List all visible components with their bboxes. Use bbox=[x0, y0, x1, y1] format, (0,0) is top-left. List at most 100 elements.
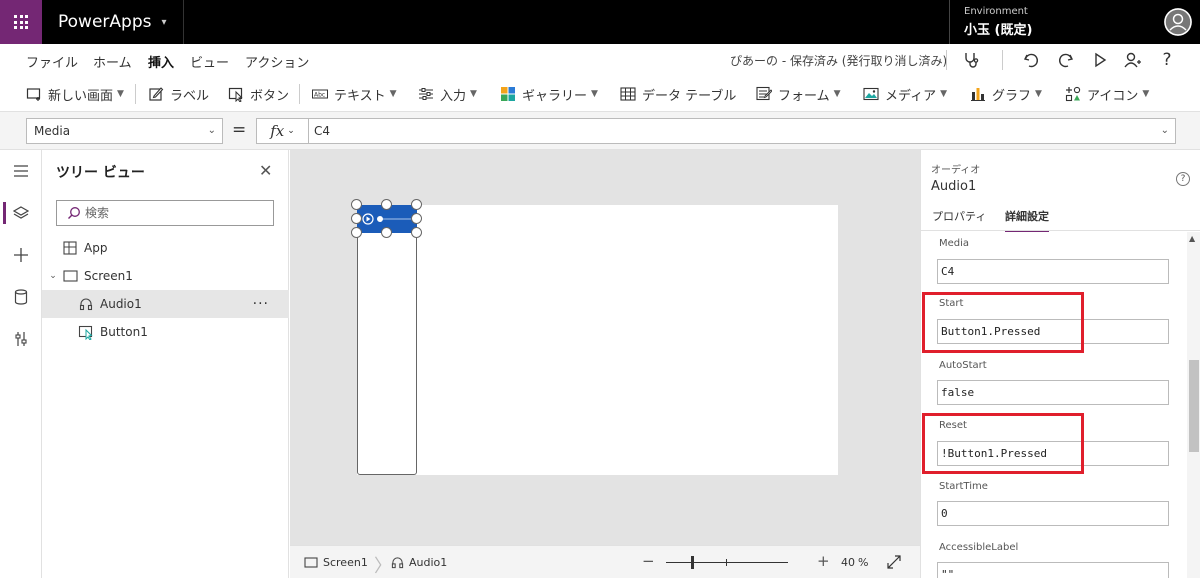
search-placeholder: 検索 bbox=[85, 206, 110, 220]
text-button[interactable]: Abc テキスト ▼ bbox=[312, 84, 397, 104]
fit-to-window-button[interactable] bbox=[887, 555, 901, 573]
zoom-slider-tick bbox=[726, 559, 727, 566]
icons-button[interactable]: アイコン ▼ bbox=[1065, 84, 1149, 104]
tree-view-button[interactable] bbox=[0, 196, 42, 230]
tree-item-screen1[interactable]: ⌄ Screen1 bbox=[42, 262, 289, 290]
menu-home[interactable]: ホーム bbox=[93, 52, 132, 71]
data-table-button[interactable]: データ テーブル bbox=[620, 84, 736, 104]
tab-properties[interactable]: プロパティ bbox=[932, 208, 986, 224]
redo-button[interactable] bbox=[1055, 50, 1077, 70]
insert-ribbon: 新しい画面 ▼ ラベル ボタン Abc テキスト ▼ 入力 ▼ ギャラリー ▼ … bbox=[0, 75, 1200, 112]
resize-handle[interactable] bbox=[411, 227, 422, 238]
chevron-down-icon: ⌄ bbox=[207, 125, 216, 136]
app-checker-button[interactable] bbox=[960, 50, 982, 70]
chart-button[interactable]: グラフ ▼ bbox=[970, 84, 1042, 104]
chevron-down-icon: ▼ bbox=[117, 89, 124, 99]
button-label: ボタン bbox=[250, 88, 290, 104]
field-input-accessiblelabel[interactable]: "" bbox=[937, 562, 1169, 578]
avatar[interactable] bbox=[1164, 8, 1192, 36]
insert-button[interactable] bbox=[0, 238, 42, 272]
menu-file[interactable]: ファイル bbox=[26, 52, 78, 71]
screen-canvas[interactable] bbox=[357, 205, 838, 475]
button-icon bbox=[78, 324, 94, 340]
menu-action[interactable]: アクション bbox=[245, 52, 309, 71]
resize-handle[interactable] bbox=[351, 199, 362, 210]
field-input-autostart[interactable]: false bbox=[937, 380, 1169, 405]
app-launcher-button[interactable] bbox=[0, 0, 42, 44]
hamburger-button[interactable] bbox=[0, 154, 42, 188]
media-label: メディア bbox=[885, 88, 937, 104]
help-icon[interactable]: ? bbox=[1156, 50, 1178, 70]
tree-item-label: Button1 bbox=[100, 325, 148, 339]
new-screen-button[interactable]: 新しい画面 ▼ bbox=[26, 84, 124, 104]
resize-handle[interactable] bbox=[351, 213, 362, 224]
waffle-icon bbox=[14, 15, 28, 29]
audio-control-bounds[interactable] bbox=[357, 205, 417, 475]
chevron-down-icon: ▾ bbox=[161, 16, 167, 28]
zoom-slider-track[interactable] bbox=[666, 562, 788, 563]
field-label-media: Media bbox=[939, 238, 970, 249]
label-button[interactable]: ラベル bbox=[148, 84, 209, 104]
properties-panel: オーディオ Audio1 ? プロパティ 詳細設定 Media C4 Start… bbox=[920, 150, 1200, 578]
tree-item-audio1[interactable]: Audio1 ··· bbox=[42, 290, 289, 318]
field-input-media[interactable]: C4 bbox=[937, 259, 1169, 284]
divider bbox=[921, 230, 1200, 231]
top-bar: PowerApps ▾ Environment 小玉 (既定) bbox=[0, 0, 1200, 44]
form-button[interactable]: フォーム ▼ bbox=[756, 84, 841, 104]
chevron-down-icon[interactable]: ⌄ bbox=[48, 268, 58, 284]
control-type: オーディオ bbox=[931, 165, 981, 176]
breadcrumb-label: Screen1 bbox=[323, 556, 368, 569]
layers-icon bbox=[13, 206, 29, 219]
screen-icon bbox=[304, 557, 318, 568]
advanced-tools-button[interactable] bbox=[0, 322, 42, 356]
formula-input[interactable]: C4 ⌄ bbox=[308, 118, 1176, 144]
menu-insert[interactable]: 挿入 bbox=[148, 52, 175, 77]
sliders-icon bbox=[418, 86, 434, 102]
zoom-value[interactable]: 40 bbox=[841, 556, 855, 569]
property-dropdown[interactable]: Media ⌄ bbox=[26, 118, 223, 144]
zoom-in-button[interactable]: + bbox=[817, 552, 830, 570]
input-label: 入力 bbox=[440, 88, 467, 104]
environment-picker[interactable]: Environment 小玉 (既定) bbox=[949, 0, 1156, 44]
resize-handle[interactable] bbox=[381, 227, 392, 238]
more-icon[interactable]: ··· bbox=[253, 296, 269, 312]
share-button[interactable] bbox=[1122, 50, 1144, 70]
app-title-button[interactable]: PowerApps ▾ bbox=[42, 0, 184, 44]
resize-handle[interactable] bbox=[411, 213, 422, 224]
field-label-starttime: StartTime bbox=[939, 481, 988, 492]
field-input-starttime[interactable]: 0 bbox=[937, 501, 1169, 526]
resize-handle[interactable] bbox=[381, 199, 392, 210]
button-button[interactable]: ボタン bbox=[228, 84, 289, 104]
image-icon bbox=[863, 86, 879, 102]
chevron-down-icon: ▼ bbox=[591, 89, 598, 99]
tree-item-button1[interactable]: Button1 bbox=[42, 318, 289, 346]
resize-handle[interactable] bbox=[351, 227, 362, 238]
zoom-slider-thumb[interactable] bbox=[691, 556, 694, 569]
svg-text:Abc: Abc bbox=[314, 92, 325, 99]
tools-icon bbox=[15, 332, 27, 346]
zoom-out-button[interactable]: − bbox=[642, 552, 655, 570]
environment-name: 小玉 (既定) bbox=[964, 23, 1033, 38]
tree-item-app[interactable]: App bbox=[42, 234, 289, 262]
tree-search-input[interactable]: 検索 bbox=[56, 200, 274, 226]
breadcrumb-audio1[interactable]: Audio1 bbox=[391, 556, 447, 569]
media-button[interactable]: メディア ▼ bbox=[863, 84, 947, 104]
tab-advanced[interactable]: 詳細設定 bbox=[1005, 208, 1049, 232]
breadcrumb-screen1[interactable]: Screen1 bbox=[304, 556, 368, 569]
menu-view[interactable]: ビュー bbox=[190, 52, 229, 71]
input-button[interactable]: 入力 ▼ bbox=[418, 84, 477, 104]
stethoscope-icon bbox=[965, 53, 979, 68]
undo-button[interactable] bbox=[1020, 50, 1042, 70]
close-icon[interactable]: ✕ bbox=[259, 161, 272, 180]
data-sources-button[interactable] bbox=[0, 280, 42, 314]
chevron-down-icon: ▼ bbox=[389, 89, 397, 99]
gallery-button[interactable]: ギャラリー ▼ bbox=[500, 84, 598, 104]
scrollbar-thumb[interactable] bbox=[1189, 360, 1199, 452]
scroll-up-icon[interactable]: ▲ bbox=[1189, 234, 1195, 243]
help-icon[interactable]: ? bbox=[1176, 172, 1190, 186]
chevron-down-icon: ⌄ bbox=[1160, 125, 1169, 136]
preview-button[interactable] bbox=[1089, 50, 1111, 70]
function-button[interactable]: fx ⌄ bbox=[256, 118, 309, 144]
resize-handle[interactable] bbox=[411, 199, 422, 210]
breadcrumb-label: Audio1 bbox=[409, 556, 448, 569]
